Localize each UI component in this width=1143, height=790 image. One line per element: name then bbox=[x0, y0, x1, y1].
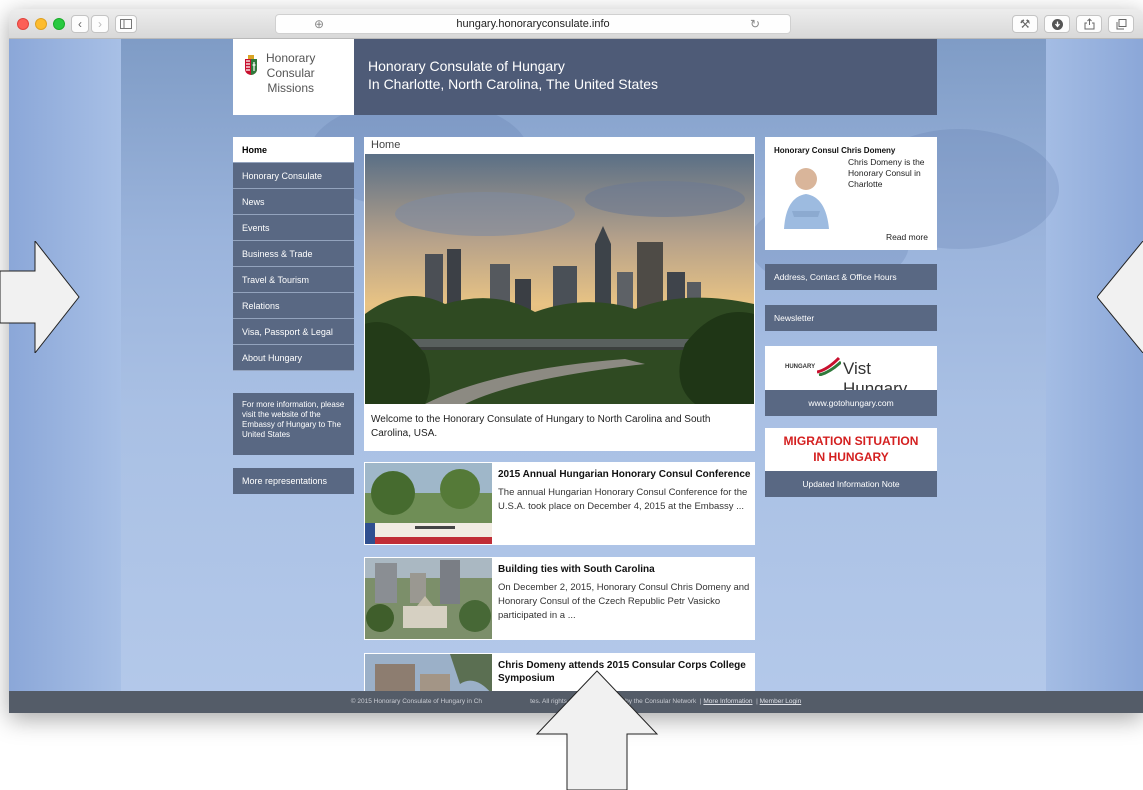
arrow-right-icon bbox=[0, 241, 80, 353]
browser-toolbar: ‹ › ⊕ hungary.honoraryconsulate.info ↻ ⚒ bbox=[9, 9, 1143, 39]
site-title: Honorary Consulate of Hungary bbox=[368, 58, 565, 74]
more-representations-button[interactable]: More representations bbox=[233, 468, 354, 494]
nav-item-news[interactable]: News bbox=[233, 189, 354, 215]
nav-item-visa-passport-legal[interactable]: Visa, Passport & Legal bbox=[233, 319, 354, 345]
logo-text: Honorary Consular Missions bbox=[266, 51, 315, 96]
member-login-link[interactable]: Member Login bbox=[760, 698, 802, 705]
article-excerpt: On December 2, 2015, Honorary Consul Chr… bbox=[498, 582, 750, 621]
embassy-info-link[interactable]: For more information, please visit the w… bbox=[233, 393, 354, 455]
more-information-link[interactable]: More Information bbox=[703, 698, 752, 705]
article-thumbnail[interactable] bbox=[365, 558, 492, 639]
url-text: hungary.honoraryconsulate.info bbox=[456, 18, 610, 30]
consul-title[interactable]: Honorary Consul Chris Domeny bbox=[774, 146, 895, 155]
add-icon[interactable]: ⊕ bbox=[314, 15, 324, 33]
downloads-button[interactable] bbox=[1044, 15, 1070, 33]
news-article[interactable]: 2015 Annual Hungarian Honorary Consul Co… bbox=[364, 462, 755, 545]
logo-line: Missions bbox=[267, 81, 315, 95]
extension-button[interactable]: ⚒ bbox=[1012, 15, 1038, 33]
hungarian-crest-icon bbox=[245, 55, 257, 75]
hero-image-charlotte-skyline bbox=[365, 154, 754, 404]
main-navigation: Home Honorary Consulate News Events Busi… bbox=[233, 137, 354, 371]
nav-item-events[interactable]: Events bbox=[233, 215, 354, 241]
nav-item-honorary-consulate[interactable]: Honorary Consulate bbox=[233, 163, 354, 189]
site-logo[interactable]: Honorary Consular Missions bbox=[233, 39, 354, 115]
migration-line: MIGRATION SITUATION bbox=[783, 434, 919, 448]
consul-description: Chris Domeny is the Honorary Consul in C… bbox=[848, 157, 925, 189]
address-contact-link[interactable]: Address, Contact & Office Hours bbox=[765, 264, 937, 290]
news-article[interactable]: Building ties with South Carolina On Dec… bbox=[364, 557, 755, 640]
minimize-window-button[interactable] bbox=[35, 18, 47, 30]
nav-item-business-trade[interactable]: Business & Trade bbox=[233, 241, 354, 267]
arrow-up-icon bbox=[535, 670, 659, 790]
tabs-icon bbox=[1116, 19, 1126, 30]
newsletter-link[interactable]: Newsletter bbox=[765, 305, 937, 331]
browser-window: ‹ › ⊕ hungary.honoraryconsulate.info ↻ ⚒ bbox=[9, 9, 1143, 713]
zoom-window-button[interactable] bbox=[53, 18, 65, 30]
tools-icon: ⚒ bbox=[1019, 17, 1031, 31]
article-title[interactable]: 2015 Annual Hungarian Honorary Consul Co… bbox=[498, 468, 753, 481]
chevron-left-icon: ‹ bbox=[78, 17, 82, 31]
copyright-text: © 2015 Honorary Consulate of Hungary in … bbox=[350, 698, 483, 705]
address-bar[interactable]: ⊕ hungary.honoraryconsulate.info ↻ bbox=[275, 14, 791, 34]
page-title: Home bbox=[371, 139, 401, 151]
sidebar-toggle-button[interactable] bbox=[115, 15, 137, 33]
share-button[interactable] bbox=[1076, 15, 1102, 33]
nav-item-home[interactable]: Home bbox=[233, 137, 354, 163]
migration-line: IN HUNGARY bbox=[813, 450, 889, 464]
article-thumbnail[interactable] bbox=[365, 463, 492, 544]
tabs-button[interactable] bbox=[1108, 15, 1134, 33]
nav-item-travel-tourism[interactable]: Travel & Tourism bbox=[233, 267, 354, 293]
forward-button[interactable]: › bbox=[91, 15, 109, 33]
ribbon-logo-icon bbox=[817, 356, 841, 376]
logo-line: Honorary bbox=[266, 51, 316, 65]
migration-banner[interactable]: MIGRATION SITUATION IN HUNGARY bbox=[765, 428, 937, 471]
article-excerpt: The annual Hungarian Honorary Consul Con… bbox=[498, 487, 748, 512]
read-more-link[interactable]: Read more bbox=[886, 232, 928, 242]
consul-photo bbox=[774, 159, 839, 229]
download-icon bbox=[1051, 19, 1063, 30]
logo-line: Consular bbox=[266, 66, 315, 80]
web-page: Honorary Consular Missions Honorary Cons… bbox=[9, 39, 1143, 713]
close-window-button[interactable] bbox=[17, 18, 29, 30]
article-title[interactable]: Building ties with South Carolina bbox=[498, 563, 753, 576]
back-button[interactable]: ‹ bbox=[71, 15, 89, 33]
site-subtitle: In Charlotte, North Carolina, The United… bbox=[368, 76, 659, 92]
consul-profile-box: Honorary Consul Chris Domeny Chris Domen… bbox=[765, 137, 937, 250]
gotohungary-link[interactable]: www.gotohungary.com bbox=[765, 390, 937, 416]
migration-info-link[interactable]: Updated Information Note bbox=[765, 471, 937, 497]
chevron-right-icon: › bbox=[98, 17, 102, 31]
arrow-left-icon bbox=[1097, 241, 1143, 353]
nav-item-about-hungary[interactable]: About Hungary bbox=[233, 345, 354, 371]
share-icon bbox=[1084, 18, 1094, 30]
nav-item-relations[interactable]: Relations bbox=[233, 293, 354, 319]
welcome-text: Welcome to the Honorary Consulate of Hun… bbox=[371, 414, 711, 439]
reload-icon[interactable]: ↻ bbox=[750, 15, 760, 33]
visit-hungary-brand: HUNGARY bbox=[785, 364, 816, 370]
sidebar-icon bbox=[120, 19, 132, 29]
visit-hungary-banner[interactable]: HUNGARY Vist Hungary bbox=[765, 346, 937, 398]
